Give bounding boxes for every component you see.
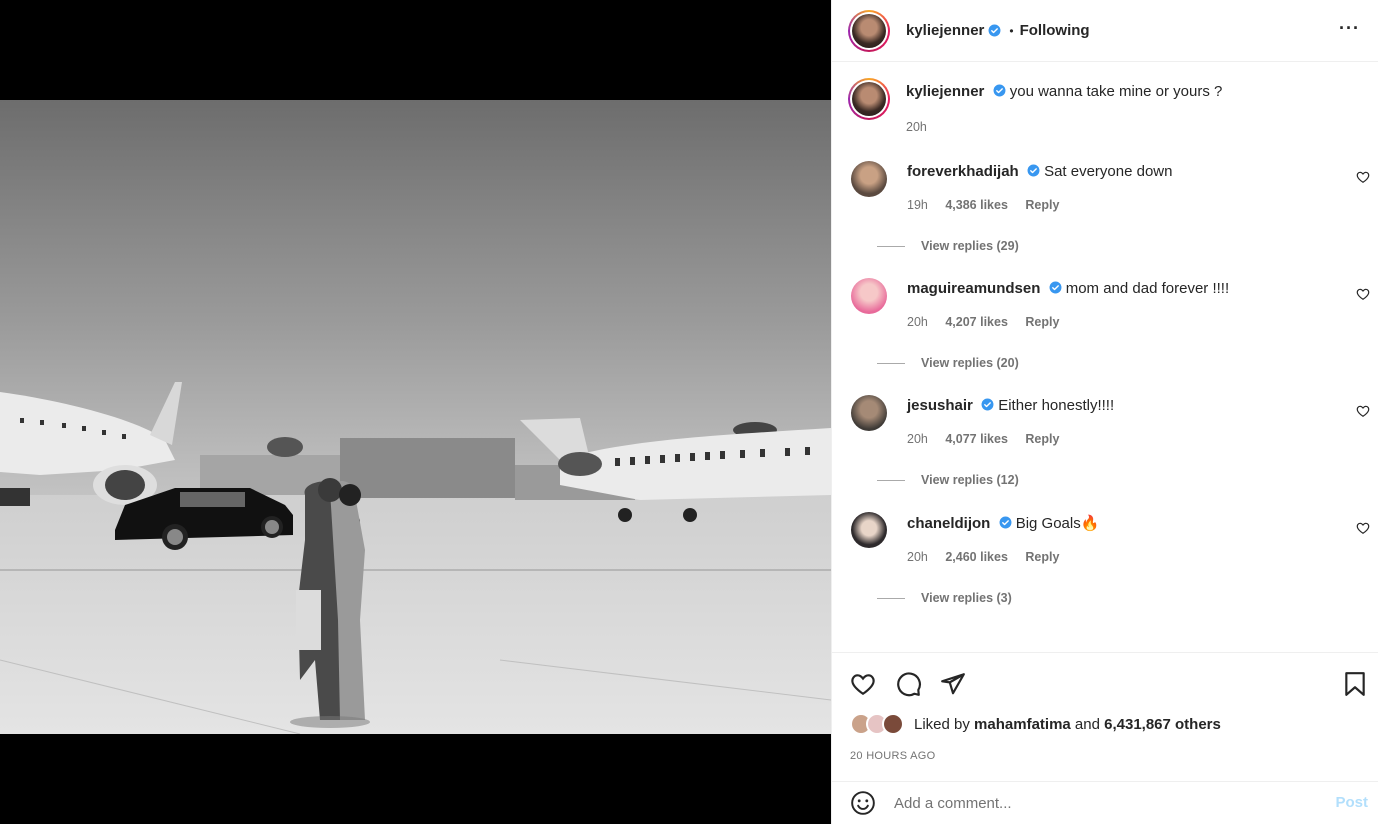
- more-icon[interactable]: ···: [1339, 18, 1360, 39]
- commenter-avatar[interactable]: [851, 161, 887, 197]
- commenter-username[interactable]: foreverkhadijah: [907, 163, 1019, 180]
- reply-button[interactable]: Reply: [1025, 550, 1059, 564]
- comment-likes[interactable]: 2,460 likes: [945, 550, 1008, 564]
- comment-text: Either honestly!!!!: [998, 397, 1115, 414]
- comment-time[interactable]: 20h: [907, 550, 928, 564]
- following-button[interactable]: Following: [1020, 22, 1090, 39]
- post-timestamp: 20 HOURS AGO: [850, 750, 936, 762]
- comment-likes[interactable]: 4,077 likes: [945, 432, 1008, 446]
- commenter-username[interactable]: jesushair: [907, 397, 973, 414]
- comment-item: maguireamundsen mom and dad forever !!!!…: [832, 277, 1378, 370]
- comment-likes[interactable]: 4,386 likes: [945, 198, 1008, 212]
- author-username[interactable]: kyliejenner: [906, 22, 984, 39]
- comment-time[interactable]: 20h: [907, 315, 928, 329]
- comment-text: mom and dad forever !!!!: [1065, 280, 1230, 297]
- comment-heart-icon[interactable]: [1356, 170, 1370, 184]
- view-replies-button[interactable]: View replies (3): [877, 591, 1099, 605]
- comment-heart-icon[interactable]: [1356, 521, 1370, 535]
- post-photo[interactable]: [0, 100, 831, 734]
- comment-composer: Post: [832, 781, 1378, 824]
- emoji-icon[interactable]: [850, 790, 876, 816]
- comment-heart-icon[interactable]: [1356, 404, 1370, 418]
- media-pane: [0, 0, 831, 824]
- verified-icon: [999, 516, 1011, 529]
- verified-icon: [1027, 164, 1040, 177]
- comment-likes[interactable]: 4,207 likes: [945, 315, 1008, 329]
- comment-text: Big Goals🔥: [1015, 515, 1100, 532]
- reply-button[interactable]: Reply: [1025, 315, 1059, 329]
- caption-text: you wanna take mine or yours ?: [1009, 83, 1223, 100]
- commenter-username[interactable]: maguireamundsen: [907, 280, 1040, 297]
- reply-button[interactable]: Reply: [1025, 198, 1059, 212]
- caption-username[interactable]: kyliejenner: [906, 83, 984, 100]
- comment-item: jesushair Either honestly!!!! 20h 4,077 …: [832, 394, 1378, 487]
- caption-avatar[interactable]: [848, 78, 890, 120]
- comment-icon[interactable]: [896, 671, 922, 697]
- liked-by: Liked by mahamfatima and 6,431,867 other…: [850, 713, 1221, 735]
- reply-button[interactable]: Reply: [1025, 432, 1059, 446]
- likes-count[interactable]: 6,431,867 others: [1104, 716, 1221, 733]
- post-button[interactable]: Post: [1335, 794, 1368, 811]
- post-actions: [832, 652, 1378, 714]
- view-replies-button[interactable]: View replies (20): [877, 356, 1229, 370]
- verified-icon: [993, 84, 1006, 97]
- comment-item: chaneldijon Big Goals🔥 20h 2,460 likes R…: [832, 511, 1378, 605]
- heart-icon[interactable]: [850, 671, 876, 697]
- verified-icon: [988, 24, 1001, 37]
- post-side-panel: kyliejenner • Following ··· kyliejenner …: [831, 0, 1378, 824]
- separator-dot: •: [1009, 23, 1014, 38]
- commenter-avatar[interactable]: [851, 395, 887, 431]
- liked-by-prefix: Liked by: [914, 715, 970, 733]
- liked-by-and: and: [1074, 715, 1100, 733]
- verified-icon: [1049, 281, 1062, 294]
- comment-time[interactable]: 20h: [907, 432, 928, 446]
- comments-list[interactable]: kyliejenner you wanna take mine or yours…: [832, 62, 1378, 652]
- view-replies-button[interactable]: View replies (29): [877, 239, 1172, 253]
- commenter-avatar[interactable]: [851, 278, 887, 314]
- post-header: kyliejenner • Following ···: [832, 0, 1378, 62]
- comment-item: foreverkhadijah Sat everyone down 19h 4,…: [832, 160, 1378, 253]
- author-avatar[interactable]: [848, 9, 890, 52]
- comment-time[interactable]: 19h: [907, 198, 928, 212]
- liked-by-user[interactable]: mahamfatima: [974, 716, 1071, 733]
- comment-text: Sat everyone down: [1044, 163, 1173, 180]
- caption-time[interactable]: 20h: [906, 120, 1222, 134]
- view-replies-button[interactable]: View replies (12): [877, 473, 1114, 487]
- comment-heart-icon[interactable]: [1356, 287, 1370, 301]
- caption: kyliejenner you wanna take mine or yours…: [832, 62, 1378, 134]
- comment-input[interactable]: [894, 794, 1314, 812]
- share-icon[interactable]: [940, 671, 966, 697]
- commenter-avatar[interactable]: [851, 512, 887, 548]
- verified-icon: [981, 398, 994, 411]
- commenter-username[interactable]: chaneldijon: [907, 515, 990, 532]
- bookmark-icon[interactable]: [1342, 671, 1368, 697]
- liker-avatar: [882, 713, 904, 735]
